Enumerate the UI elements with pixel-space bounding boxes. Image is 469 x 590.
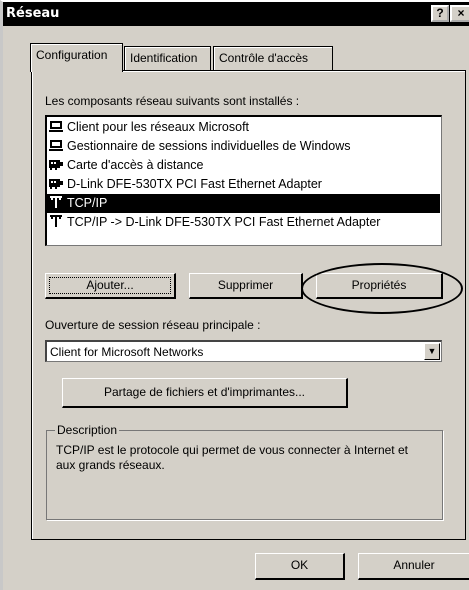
remove-button-label: Supprimer [217,278,274,292]
file-printer-sharing-button[interactable]: Partage de fichiers et d'imprimantes... [62,378,348,408]
window-title: Réseau [6,6,60,21]
protocol-icon [49,215,63,228]
protocol-icon [49,196,63,209]
list-item[interactable]: Carte d'accès à distance [47,156,440,175]
components-label: Les composants réseau suivants sont inst… [45,94,300,108]
list-item[interactable]: D-Link DFE-530TX PCI Fast Ethernet Adapt… [47,175,440,194]
client-icon [49,120,63,133]
logon-label: Ouverture de session réseau principale : [45,318,261,332]
tab-access-control-label: Contrôle d'accès [219,51,309,65]
help-button[interactable]: ? [431,5,449,22]
list-item-label: Gestionnaire de sessions individuelles d… [67,139,351,153]
tab-configuration[interactable]: Configuration [30,43,123,72]
title-bar[interactable]: Réseau ? × [3,2,469,26]
ok-button[interactable]: OK [255,553,345,580]
description-text: TCP/IP est le protocole qui permet de vo… [56,443,408,472]
list-item-label: Client pour les réseaux Microsoft [67,120,250,134]
network-adapter-icon [49,177,63,190]
tab-identification-label: Identification [130,51,198,65]
tab-access-control[interactable]: Contrôle d'accès [213,46,333,70]
list-item-selected[interactable]: TCP/IP [47,194,440,213]
logon-dropdown[interactable]: Client for Microsoft Networks ▼ [45,340,442,362]
add-button[interactable]: Ajouter... [45,273,176,299]
components-listbox[interactable]: Client pour les réseaux Microsoft Gestio… [45,115,442,246]
description-title: Description [55,423,120,437]
properties-button-label: Propriétés [351,278,407,292]
list-item[interactable]: TCP/IP -> D-Link DFE-530TX PCI Fast Ethe… [47,213,440,232]
list-item-label: TCP/IP [67,196,108,210]
logon-dropdown-value: Client for Microsoft Networks [50,345,204,359]
list-item-label: Carte d'accès à distance [67,158,204,172]
ok-button-label: OK [290,558,309,572]
tab-identification[interactable]: Identification [124,46,211,70]
file-sharing-button-label: Partage de fichiers et d'imprimantes... [103,385,306,399]
list-item-label: D-Link DFE-530TX PCI Fast Ethernet Adapt… [67,177,322,191]
add-button-label: Ajouter... [86,278,134,292]
tab-configuration-label: Configuration [36,48,108,62]
close-button[interactable]: × [450,5,469,22]
chevron-down-icon[interactable]: ▼ [424,343,440,360]
description-group: Description TCP/IP est le protocole qui … [46,423,443,520]
client-icon [49,139,63,152]
cancel-button[interactable]: Annuler [358,553,469,580]
list-item[interactable]: Client pour les réseaux Microsoft [47,118,440,137]
remove-button[interactable]: Supprimer [189,273,303,299]
cancel-button-label: Annuler [393,558,435,572]
network-adapter-icon [49,158,63,171]
list-item-label: TCP/IP -> D-Link DFE-530TX PCI Fast Ethe… [67,215,381,229]
list-item[interactable]: Gestionnaire de sessions individuelles d… [47,137,440,156]
properties-button[interactable]: Propriétés [316,273,443,299]
